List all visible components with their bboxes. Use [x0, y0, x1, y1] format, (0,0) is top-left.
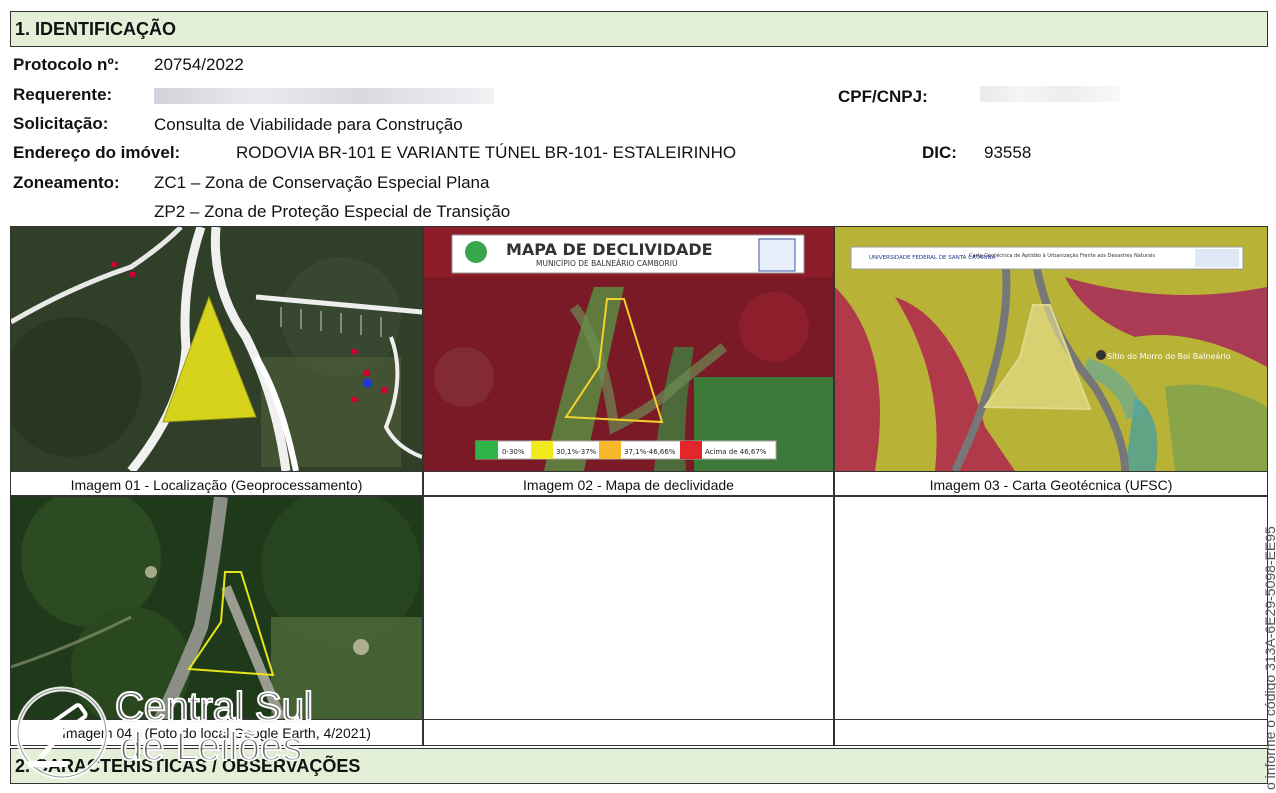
side-verification-text: o informe o código 313A-6E29-5098-EE95	[1262, 526, 1276, 790]
map-declividade-svg: MAPA DE DECLIVIDADE MUNICÍPIO DE BALNEÁR…	[424, 227, 833, 471]
legend-swatch-2	[531, 441, 553, 459]
map-foto-svg	[11, 497, 422, 719]
image-grid: MAPA DE DECLIVIDADE MUNICÍPIO DE BALNEÁR…	[10, 226, 1268, 746]
caption-image-03: Imagem 03 - Carta Geotécnica (UFSC)	[835, 471, 1267, 497]
image-03-carta-geotecnica: Sítio do Morro do Boi Balneário UNIVERSI…	[835, 227, 1267, 471]
map2-subtitle: MUNICÍPIO DE BALNEÁRIO CAMBORIÚ	[536, 259, 677, 268]
solicitacao-label: Solicitação:	[13, 114, 109, 133]
map-localizacao-svg	[11, 227, 422, 471]
map3-place: Sítio do Morro do Boi Balneário	[1107, 352, 1231, 361]
map3-header-title: Carta Geotécnica de Aptidão à Urbanizaçã…	[969, 252, 1155, 259]
image-01-localizacao	[11, 227, 422, 471]
solicitacao-value: Consulta de Viabilidade para Construção	[154, 115, 463, 134]
legend-swatch-3	[599, 441, 621, 459]
protocolo-label: Protocolo nº:	[13, 55, 120, 74]
caption-image-04: Imagem 04 - (Foto do local Google Earth,…	[11, 719, 422, 745]
legend-label-4: Acima de 46,67%	[705, 448, 767, 456]
legend-swatch-1	[476, 441, 498, 459]
zoneamento-item-2: ZP2 – Zona de Proteção Especial de Trans…	[154, 202, 511, 221]
legend-label-2: 30,1%-37%	[556, 448, 597, 456]
map2-title: MAPA DE DECLIVIDADE	[506, 240, 713, 259]
requerente-label: Requerente:	[13, 85, 113, 104]
requerente-redacted	[154, 88, 494, 104]
endereco-value: RODOVIA BR-101 E VARIANTE TÚNEL BR-101- …	[236, 143, 737, 162]
section-caracteristicas-title: 2. CARACTERÍSTICAS / OBSERVAÇÕES	[15, 756, 361, 776]
protocolo-value: 20754/2022	[154, 55, 244, 74]
grid-vline-2	[833, 227, 835, 745]
cpf-redacted	[980, 86, 1120, 102]
dic-value: 93558	[984, 143, 1032, 162]
caption-empty-2	[424, 719, 833, 745]
legend-label-1: 0-30%	[502, 448, 525, 456]
legend-label-3: 37,1%-46,66%	[624, 448, 676, 456]
grid-vline-1	[422, 227, 424, 745]
cpf-label: CPF/CNPJ:	[838, 87, 928, 106]
image-02-declividade: MAPA DE DECLIVIDADE MUNICÍPIO DE BALNEÁR…	[424, 227, 833, 471]
grid-hline-1	[11, 495, 1267, 497]
image-04-foto-local	[11, 497, 422, 719]
caption-image-01: Imagem 01 - Localização (Geoprocessament…	[11, 471, 422, 497]
section-identificacao-title: 1. IDENTIFICAÇÃO	[15, 19, 177, 39]
legend-swatch-4	[680, 441, 702, 459]
map2-legend: 0-30% 30,1%-37% 37,1%-46,66% Acima de 46…	[475, 440, 777, 460]
map-geotecnica-svg: Sítio do Morro do Boi Balneário UNIVERSI…	[835, 227, 1267, 471]
caption-image-02: Imagem 02 - Mapa de declividade	[424, 471, 833, 497]
section-caracteristicas-header: 2. CARACTERÍSTICAS / OBSERVAÇÕES	[10, 748, 1268, 784]
endereco-label: Endereço do imóvel:	[13, 143, 181, 162]
zoneamento-item-1: ZC1 – Zona de Conservação Especial Plana	[154, 173, 490, 192]
dic-label: DIC:	[922, 143, 957, 162]
section-identificacao-header: 1. IDENTIFICAÇÃO	[10, 11, 1268, 47]
zoneamento-label: Zoneamento:	[13, 173, 120, 192]
caption-empty-3	[835, 719, 1267, 745]
